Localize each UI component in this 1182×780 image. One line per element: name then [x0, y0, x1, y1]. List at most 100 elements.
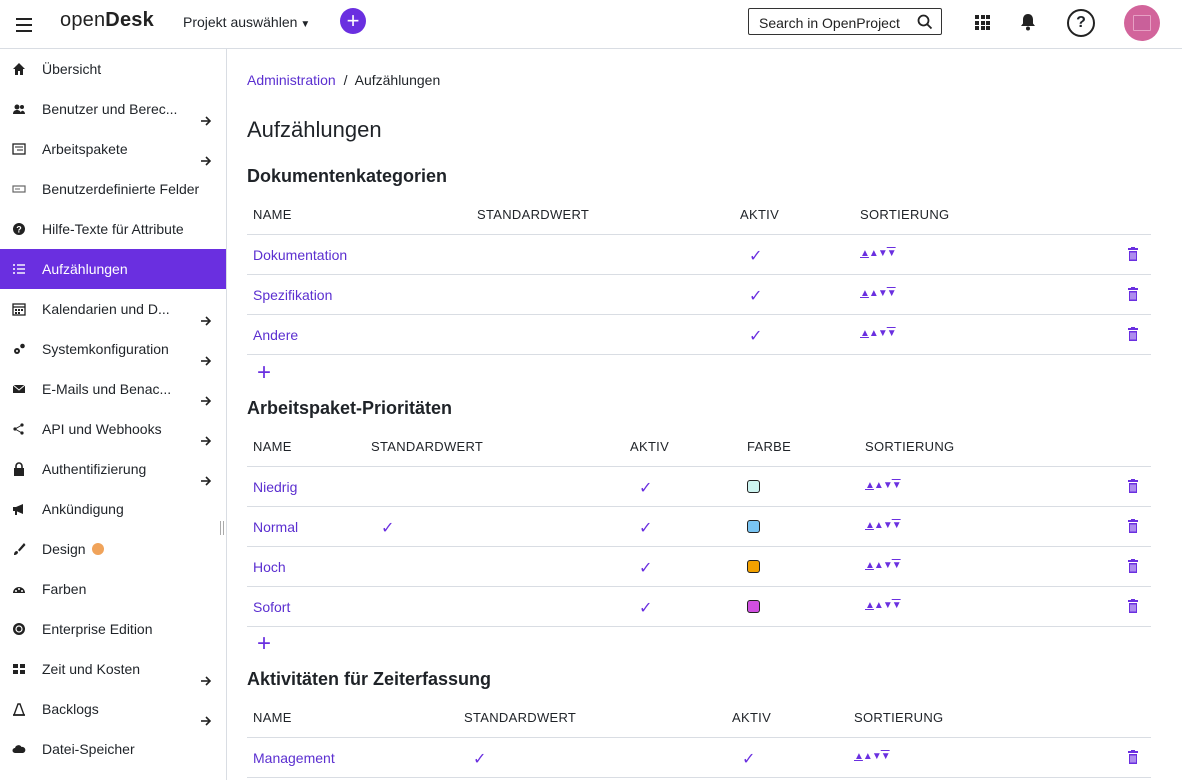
move-down-icon[interactable]: ▼: [883, 600, 893, 611]
users-icon: [13, 104, 25, 114]
home-icon: [13, 63, 25, 75]
sidebar-item-authentifizierung[interactable]: Authentifizierung: [0, 449, 226, 489]
enumeration-name-link[interactable]: Dokumentation: [253, 247, 347, 263]
move-top-icon[interactable]: ▲: [865, 520, 875, 531]
move-down-icon[interactable]: ▼: [883, 560, 893, 571]
app-grid-icon[interactable]: [975, 15, 990, 30]
delete-trash-icon: [1128, 750, 1138, 764]
sort-controls: ▲▲▼▼: [865, 600, 902, 611]
sidebar-item-arbeitspakete[interactable]: Arbeitspakete: [0, 129, 226, 169]
caret-down-icon: ▼: [300, 19, 311, 30]
column-header-standardwert: STANDARDWERT: [371, 439, 484, 454]
move-top-icon[interactable]: ▲: [854, 751, 864, 762]
sidebar-item-label: API und Webhooks: [42, 421, 162, 437]
sidebar-item-aufzählungen[interactable]: Aufzählungen: [0, 249, 226, 289]
move-up-icon[interactable]: ▲: [874, 520, 884, 531]
sidebar-item-design[interactable]: Design: [0, 529, 226, 569]
sidebar-item-übersicht[interactable]: Übersicht: [0, 49, 226, 89]
move-down-icon[interactable]: ▼: [883, 520, 893, 531]
create-plus-button[interactable]: +: [340, 8, 366, 34]
move-top-icon[interactable]: ▲: [865, 600, 875, 611]
avatar[interactable]: [1124, 5, 1160, 41]
sidebar-item-e-mails-und-benac[interactable]: E-Mails und Benac...: [0, 369, 226, 409]
move-up-icon[interactable]: ▲: [869, 288, 879, 299]
search-input[interactable]: Search in OpenProject: [748, 8, 942, 35]
delete-button[interactable]: [1127, 519, 1139, 536]
sidebar-item-hilfe-texte-für-attribute[interactable]: ? Hilfe-Texte für Attribute: [0, 209, 226, 249]
color-swatch: [747, 520, 760, 533]
delete-button[interactable]: [1127, 750, 1139, 767]
sidebar-item-datei-speicher[interactable]: Datei-Speicher: [0, 729, 226, 769]
move-bottom-icon[interactable]: ▼: [892, 600, 902, 611]
default-check-icon: ✓: [473, 751, 487, 768]
notification-bell-icon[interactable]: [1020, 13, 1036, 31]
move-up-icon[interactable]: ▲: [874, 600, 884, 611]
page-title: Aufzählungen: [247, 117, 382, 142]
move-bottom-icon[interactable]: ▼: [887, 248, 897, 259]
menu-toggle-icon[interactable]: [16, 14, 32, 34]
svg-text:?: ?: [16, 225, 22, 235]
move-up-icon[interactable]: ▲: [874, 560, 884, 571]
sidebar-item-benutzer-und-berec[interactable]: Benutzer und Berec...: [0, 89, 226, 129]
move-down-icon[interactable]: ▼: [878, 288, 888, 299]
sidebar-item-enterprise-edition[interactable]: Enterprise Edition: [0, 609, 226, 649]
move-top-icon[interactable]: ▲: [860, 328, 870, 339]
sidebar-item-zeit-und-kosten[interactable]: Zeit und Kosten: [0, 649, 226, 689]
delete-button[interactable]: [1127, 479, 1139, 496]
sidebar-item-farben[interactable]: Farben: [0, 569, 226, 609]
sidebar-item-api-und-webhooks[interactable]: API und Webhooks: [0, 409, 226, 449]
enumeration-name-link[interactable]: Sofort: [253, 599, 290, 615]
move-top-icon[interactable]: ▲: [865, 560, 875, 571]
project-select-button[interactable]: Projekt auswählen ▼: [183, 14, 310, 30]
move-bottom-icon[interactable]: ▼: [881, 751, 891, 762]
enumeration-name-link[interactable]: Management: [253, 750, 335, 766]
document-categories-table: NAME STANDARDWERT AKTIV SORTIERUNG Dokumenta…: [247, 194, 1151, 355]
enumeration-name-link[interactable]: Normal: [253, 519, 298, 535]
enumeration-name-link[interactable]: Hoch: [253, 559, 286, 575]
move-top-icon[interactable]: ▲: [860, 288, 870, 299]
move-up-icon[interactable]: ▲: [869, 248, 879, 259]
move-top-icon[interactable]: ▲: [865, 480, 875, 491]
enumeration-name-link[interactable]: Niedrig: [253, 479, 297, 495]
delete-button[interactable]: [1127, 287, 1139, 304]
table-row: Niedrig ✓ ▲▲▼▼: [247, 467, 1151, 507]
opendesk-logo[interactable]: openDesk: [60, 9, 154, 32]
table-row: Hoch ✓ ▲▲▼▼: [247, 547, 1151, 587]
sidebar-item-backlogs[interactable]: Backlogs: [0, 689, 226, 729]
sort-controls: ▲▲▼▼: [860, 328, 897, 339]
delete-button[interactable]: [1127, 327, 1139, 344]
move-bottom-icon[interactable]: ▼: [892, 520, 902, 531]
sidebar-resize-handle[interactable]: [220, 521, 224, 535]
enumeration-name-link[interactable]: Andere: [253, 327, 298, 343]
megaphone-icon: [13, 504, 23, 515]
move-up-icon[interactable]: ▲: [869, 328, 879, 339]
move-bottom-icon[interactable]: ▼: [887, 288, 897, 299]
active-check-icon: ✓: [749, 288, 763, 305]
move-down-icon[interactable]: ▼: [872, 751, 882, 762]
move-down-icon[interactable]: ▼: [883, 480, 893, 491]
add-priority-button[interactable]: +: [257, 632, 271, 656]
move-bottom-icon[interactable]: ▼: [892, 480, 902, 491]
delete-trash-icon: [1128, 559, 1138, 573]
search-icon[interactable]: [917, 14, 933, 30]
move-bottom-icon[interactable]: ▼: [892, 560, 902, 571]
enumeration-name-link[interactable]: Spezifikation: [253, 287, 332, 303]
sidebar-item-benutzerdefinierte-felder[interactable]: Benutzerdefinierte Felder: [0, 169, 226, 209]
sort-controls: ▲▲▼▼: [854, 751, 891, 762]
add-document-category-button[interactable]: +: [257, 361, 271, 385]
delete-button[interactable]: [1127, 599, 1139, 616]
delete-button[interactable]: [1127, 559, 1139, 576]
delete-button[interactable]: [1127, 247, 1139, 264]
sidebar-item-kalendarien-und-d[interactable]: Kalendarien und D...: [0, 289, 226, 329]
move-down-icon[interactable]: ▼: [878, 328, 888, 339]
sort-controls: ▲▲▼▼: [865, 560, 902, 571]
move-up-icon[interactable]: ▲: [863, 751, 873, 762]
help-icon[interactable]: ?: [1067, 9, 1095, 37]
sidebar-item-ankündigung[interactable]: Ankündigung: [0, 489, 226, 529]
breadcrumb-administration-link[interactable]: Administration: [247, 72, 336, 88]
move-bottom-icon[interactable]: ▼: [887, 328, 897, 339]
move-down-icon[interactable]: ▼: [878, 248, 888, 259]
sidebar-item-systemkonfiguration[interactable]: Systemkonfiguration: [0, 329, 226, 369]
move-up-icon[interactable]: ▲: [874, 480, 884, 491]
move-top-icon[interactable]: ▲: [860, 248, 870, 259]
